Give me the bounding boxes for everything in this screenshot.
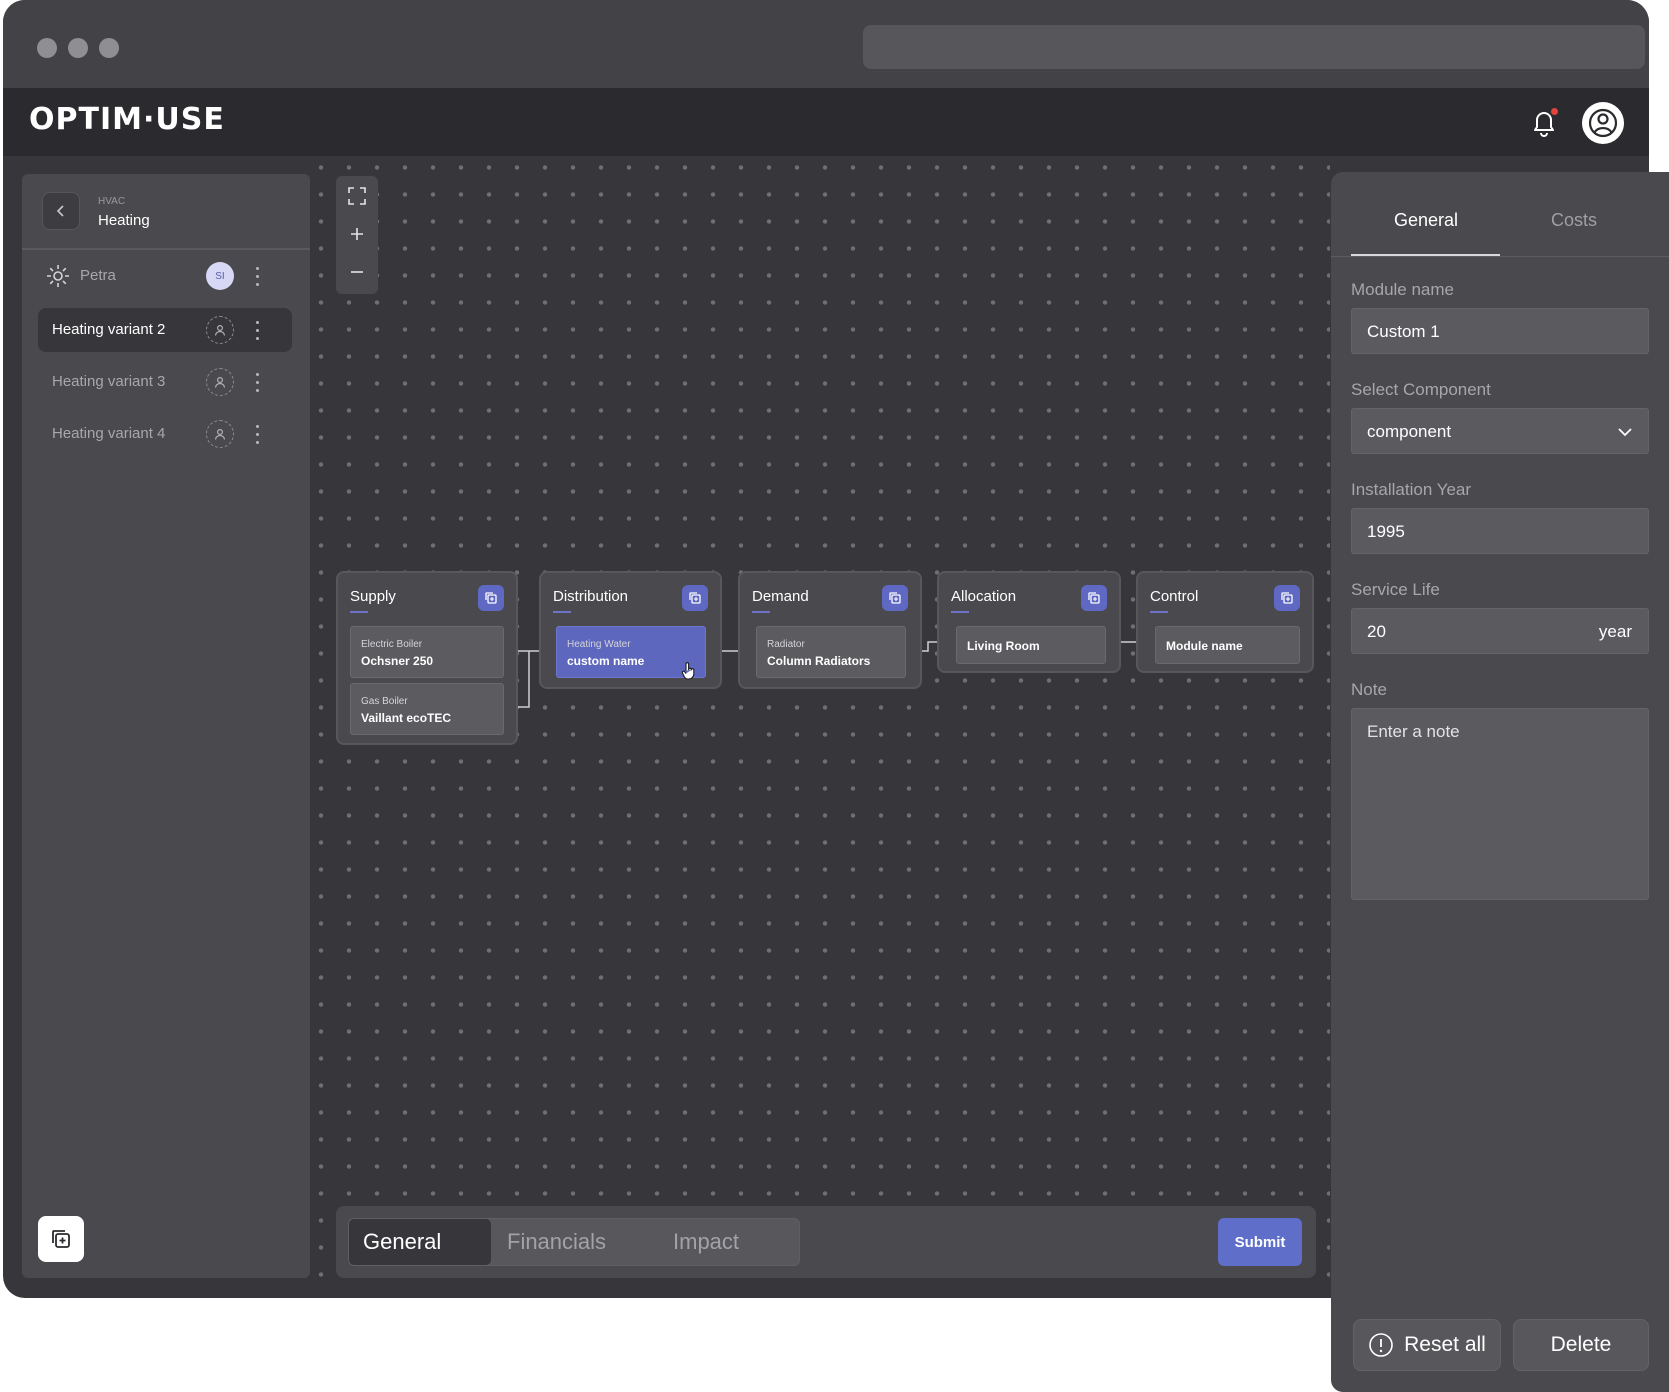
component-label: Select Component bbox=[1351, 380, 1491, 399]
sidebar-item-heating-variant-4[interactable]: Heating variant 4 bbox=[38, 412, 292, 456]
installation-year-label: Installation Year bbox=[1351, 480, 1472, 499]
module-title: Control bbox=[1150, 588, 1199, 605]
installation-year-input[interactable]: 1995 bbox=[1351, 508, 1649, 554]
sun-icon bbox=[47, 265, 69, 287]
hand-cursor-icon bbox=[681, 662, 695, 680]
module-demand[interactable]: Demand Radiator Column Radiators bbox=[738, 571, 922, 689]
module-allocation[interactable]: Allocation Living Room bbox=[937, 571, 1121, 673]
unit-label: year bbox=[1598, 622, 1632, 641]
copy-icon bbox=[689, 592, 701, 604]
zoom-in-button[interactable] bbox=[336, 216, 378, 252]
component-card[interactable]: Module name bbox=[1155, 626, 1300, 664]
zoom-out-button[interactable] bbox=[336, 254, 378, 290]
chevron-left-icon bbox=[56, 205, 64, 217]
user-avatar-button[interactable] bbox=[1582, 102, 1624, 144]
more-icon[interactable] bbox=[253, 318, 261, 342]
tab-general[interactable]: General bbox=[349, 1219, 491, 1265]
duplicate-module-button[interactable] bbox=[1081, 585, 1107, 611]
sidebar-item-label: Heating variant 3 bbox=[52, 373, 166, 390]
service-life-input[interactable]: 20 year bbox=[1351, 608, 1649, 654]
copy-icon bbox=[1281, 592, 1293, 604]
user-badge: SI bbox=[206, 262, 234, 290]
properties-panel: General Costs Module name Custom 1 Selec… bbox=[1331, 172, 1669, 1392]
more-icon[interactable] bbox=[253, 264, 261, 288]
add-variant-button[interactable] bbox=[38, 1216, 84, 1262]
variants-sidebar: HVAC Heating Petra SI Heating variant 2 … bbox=[22, 174, 310, 1278]
service-life-label: Service Life bbox=[1351, 580, 1440, 599]
module-supply[interactable]: Supply Electric Boiler Ochsner 250 Gas B… bbox=[336, 571, 518, 745]
minus-icon bbox=[351, 271, 363, 273]
title-bar bbox=[3, 0, 1649, 88]
person-icon[interactable] bbox=[206, 420, 234, 448]
sidebar-item-heating-variant-2[interactable]: Heating variant 2 bbox=[38, 308, 292, 352]
window-close-dot[interactable] bbox=[37, 38, 57, 58]
module-title: Demand bbox=[752, 588, 809, 605]
sidebar-category: HVAC bbox=[98, 196, 126, 207]
copy-plus-icon bbox=[52, 1230, 70, 1248]
more-icon[interactable] bbox=[253, 422, 261, 446]
person-icon[interactable] bbox=[206, 368, 234, 396]
reset-all-button[interactable]: Reset all bbox=[1353, 1319, 1501, 1371]
component-card[interactable]: Electric Boiler Ochsner 250 bbox=[350, 626, 504, 678]
active-tab-indicator bbox=[1351, 254, 1500, 256]
module-control[interactable]: Control Module name bbox=[1136, 571, 1314, 673]
note-textarea[interactable]: Enter a note bbox=[1351, 708, 1649, 900]
component-card-selected[interactable]: Heating Water custom name bbox=[556, 626, 706, 680]
duplicate-module-button[interactable] bbox=[478, 585, 504, 611]
duplicate-module-button[interactable] bbox=[882, 585, 908, 611]
alert-circle-icon bbox=[1369, 1333, 1393, 1357]
sidebar-header: HVAC Heating bbox=[22, 174, 310, 250]
bottom-toolbar: General Financials Impact Submit bbox=[336, 1206, 1316, 1278]
window-minimize-dot[interactable] bbox=[68, 38, 88, 58]
url-bar[interactable] bbox=[863, 25, 1645, 69]
back-button[interactable] bbox=[42, 192, 80, 230]
tab-costs[interactable]: Costs bbox=[1551, 210, 1597, 231]
sidebar-item-label: Petra bbox=[80, 267, 116, 284]
sidebar-item-label: Heating variant 4 bbox=[52, 425, 166, 442]
more-icon[interactable] bbox=[253, 370, 261, 394]
expand-icon bbox=[348, 187, 366, 205]
zoom-controls bbox=[336, 176, 378, 294]
person-icon[interactable] bbox=[206, 316, 234, 344]
sidebar-item-petra[interactable]: Petra SI bbox=[38, 254, 292, 298]
tab-financials[interactable]: Financials bbox=[507, 1219, 606, 1265]
app-header: OPTIM·USE bbox=[3, 88, 1649, 156]
module-title: Supply bbox=[350, 588, 396, 605]
chevron-down-icon bbox=[1618, 428, 1632, 437]
copy-icon bbox=[485, 592, 497, 604]
plus-icon bbox=[351, 228, 363, 240]
component-select[interactable]: component bbox=[1351, 408, 1649, 454]
duplicate-module-button[interactable] bbox=[682, 585, 708, 611]
tab-general[interactable]: General bbox=[1394, 210, 1458, 231]
module-name-input[interactable]: Custom 1 bbox=[1351, 308, 1649, 354]
window-maximize-dot[interactable] bbox=[99, 38, 119, 58]
duplicate-module-button[interactable] bbox=[1274, 585, 1300, 611]
copy-icon bbox=[889, 592, 901, 604]
delete-button[interactable]: Delete bbox=[1513, 1319, 1649, 1371]
submit-button[interactable]: Submit bbox=[1218, 1218, 1302, 1266]
component-card[interactable]: Radiator Column Radiators bbox=[756, 626, 906, 678]
brand-logo: OPTIM·USE bbox=[29, 102, 225, 137]
note-label: Note bbox=[1351, 680, 1387, 699]
user-icon bbox=[1588, 108, 1618, 138]
module-title: Distribution bbox=[553, 588, 629, 605]
module-title: Allocation bbox=[951, 588, 1017, 605]
component-card[interactable]: Living Room bbox=[956, 626, 1106, 664]
component-card[interactable]: Gas Boiler Vaillant ecoTEC bbox=[350, 683, 504, 735]
copy-icon bbox=[1088, 592, 1100, 604]
module-name-label: Module name bbox=[1351, 280, 1455, 299]
fit-view-button[interactable] bbox=[336, 178, 378, 214]
sidebar-item-label: Heating variant 2 bbox=[52, 321, 166, 338]
module-distribution[interactable]: Distribution Heating Water custom name bbox=[539, 571, 722, 689]
sidebar-title: Heating bbox=[98, 212, 150, 229]
notification-dot bbox=[1551, 108, 1558, 115]
sidebar-item-heating-variant-3[interactable]: Heating variant 3 bbox=[38, 360, 292, 404]
view-tabs: General Financials Impact bbox=[348, 1218, 800, 1266]
tab-impact[interactable]: Impact bbox=[673, 1219, 739, 1265]
